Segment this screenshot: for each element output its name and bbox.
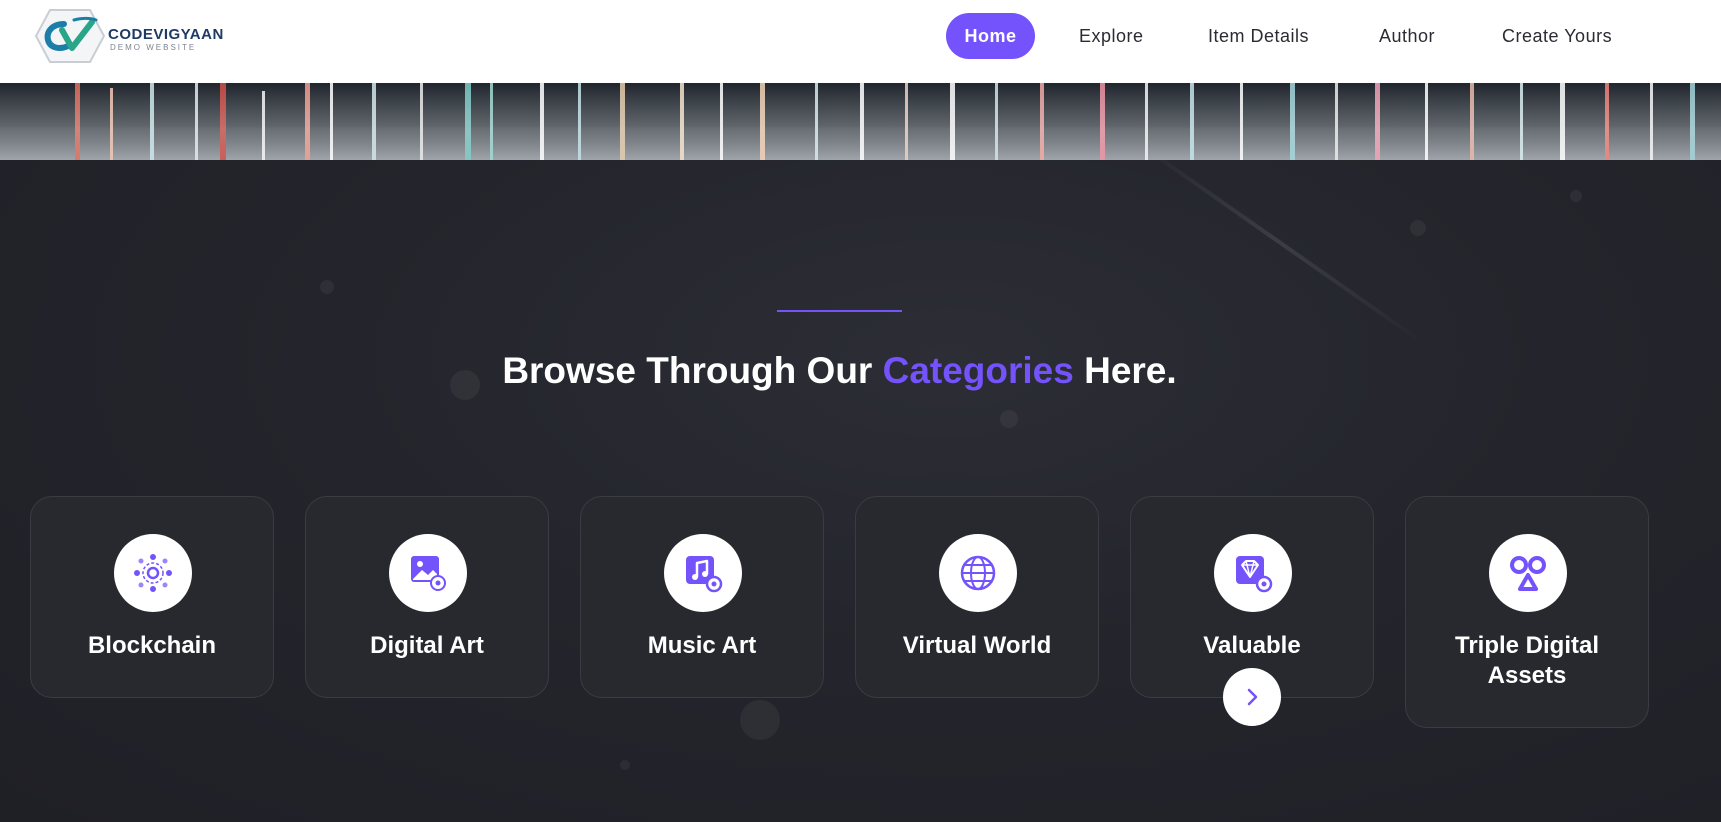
- nav-create-yours[interactable]: Create Yours: [1502, 13, 1612, 59]
- diamond-icon: [1236, 556, 1273, 593]
- category-icon-wrap: [389, 534, 467, 612]
- globe-icon: [960, 555, 996, 591]
- category-icon-wrap: [664, 534, 742, 612]
- nav-item-details[interactable]: Item Details: [1208, 13, 1309, 59]
- site-header: CODEVIGYAAN DEMO WEBSITE Home Explore It…: [0, 0, 1721, 83]
- chevron-right-icon: [1247, 688, 1258, 706]
- heading-text-end: Here.: [1073, 350, 1177, 391]
- city-lights-image: [0, 83, 1721, 160]
- category-card-virtual-world[interactable]: Virtual World: [855, 496, 1099, 698]
- digital-art-icon: [411, 556, 446, 591]
- nav-explore[interactable]: Explore: [1079, 13, 1144, 59]
- bokeh-dot: [1000, 410, 1018, 428]
- bokeh-dot: [1570, 190, 1582, 202]
- heading-text-start: Browse Through Our: [502, 350, 883, 391]
- bokeh-dot: [320, 280, 334, 294]
- category-icon-wrap: [1214, 534, 1292, 612]
- category-label: Triple Digital Assets: [1454, 632, 1600, 689]
- categories-section: Browse Through Our Categories Here. Bloc…: [0, 160, 1721, 822]
- music-art-icon: [686, 556, 723, 593]
- heading-accent-line: [777, 310, 902, 312]
- category-card-music-art[interactable]: Music Art: [580, 496, 824, 698]
- hero-banner-image: [0, 83, 1721, 160]
- category-label: Blockchain: [87, 632, 217, 659]
- category-label: Valuable: [1203, 632, 1301, 659]
- main-nav: Home Explore Item Details Author Create …: [0, 13, 1721, 59]
- section-heading: Browse Through Our Categories Here.: [0, 350, 1679, 392]
- light-beam-decoration: [1130, 160, 1428, 347]
- bokeh-dot: [620, 760, 630, 770]
- category-label: Music Art: [647, 632, 757, 659]
- bokeh-dot: [1410, 220, 1426, 236]
- category-card-triple-digital-assets[interactable]: Triple Digital Assets: [1405, 496, 1649, 728]
- category-card-digital-art[interactable]: Digital Art: [305, 496, 549, 698]
- category-card-blockchain[interactable]: Blockchain: [30, 496, 274, 698]
- category-icon-wrap: [1489, 534, 1567, 612]
- category-icon-wrap: [114, 534, 192, 612]
- nav-home[interactable]: Home: [946, 13, 1035, 59]
- category-label: Digital Art: [370, 632, 484, 659]
- triple-shapes-icon: [1510, 556, 1546, 591]
- bokeh-dot: [740, 700, 780, 740]
- heading-highlight: Categories: [882, 350, 1074, 391]
- category-label: Virtual World: [902, 632, 1052, 659]
- category-icon-wrap: [939, 534, 1017, 612]
- carousel-next-button[interactable]: [1223, 668, 1281, 726]
- nav-author[interactable]: Author: [1379, 13, 1435, 59]
- blockchain-icon: [134, 554, 172, 592]
